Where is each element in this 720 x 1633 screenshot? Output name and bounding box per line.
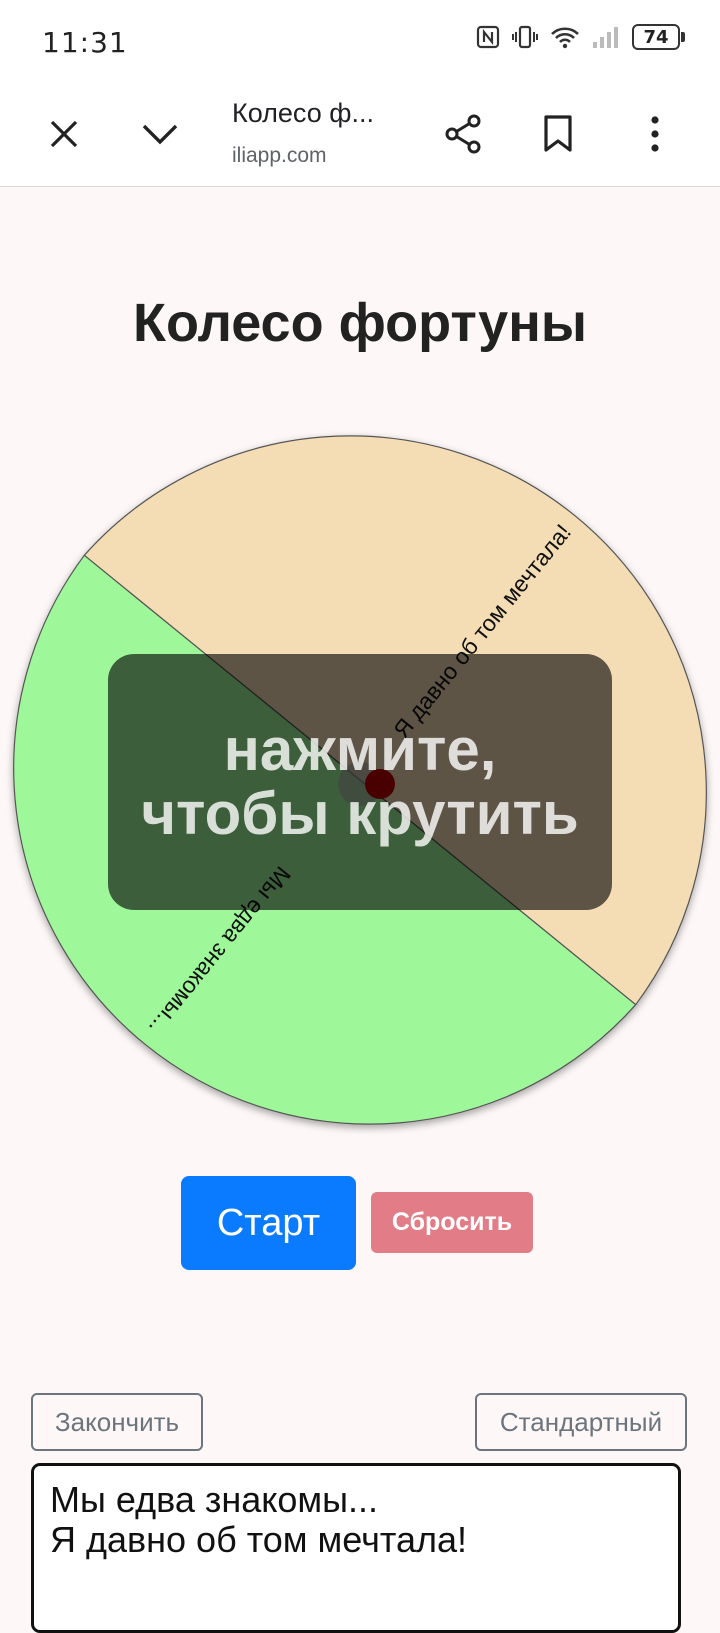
battery-icon: 74	[632, 24, 685, 50]
close-icon	[49, 119, 79, 153]
status-time: 11:31	[42, 26, 128, 59]
page-url[interactable]: iliapp.com	[232, 144, 327, 168]
status-icons: 74	[476, 24, 685, 50]
minimize-button[interactable]	[130, 106, 190, 166]
standard-button[interactable]: Стандартный	[475, 1393, 687, 1451]
bookmark-button[interactable]	[528, 106, 588, 166]
chevron-down-icon	[142, 123, 178, 149]
browser-toolbar: Колесо ф... iliapp.com	[0, 84, 720, 187]
vibrate-icon	[512, 25, 538, 49]
signal-icon	[592, 25, 620, 49]
spin-overlay[interactable]: нажмите, чтобы крутить	[108, 654, 612, 910]
bookmark-icon	[543, 115, 573, 157]
page-title: Колесо фортуны	[133, 293, 587, 353]
spin-prompt: нажмите, чтобы крутить	[141, 716, 579, 847]
nfc-icon	[476, 25, 500, 49]
share-button[interactable]	[433, 106, 493, 166]
battery-level: 74	[643, 26, 669, 48]
status-bar: 11:31 74	[0, 0, 720, 84]
share-icon	[444, 114, 482, 158]
more-vert-icon	[650, 116, 660, 156]
wifi-icon	[550, 25, 580, 49]
close-tab-button[interactable]	[34, 106, 94, 166]
more-options-button[interactable]	[625, 106, 685, 166]
reset-button[interactable]: Сбросить	[371, 1192, 533, 1253]
options-textarea[interactable]: Мы едва знакомы... Я давно об том мечтал…	[31, 1463, 681, 1633]
start-button[interactable]: Старт	[181, 1176, 356, 1270]
finish-button[interactable]: Закончить	[31, 1393, 203, 1451]
tab-title: Колесо ф...	[232, 98, 374, 128]
